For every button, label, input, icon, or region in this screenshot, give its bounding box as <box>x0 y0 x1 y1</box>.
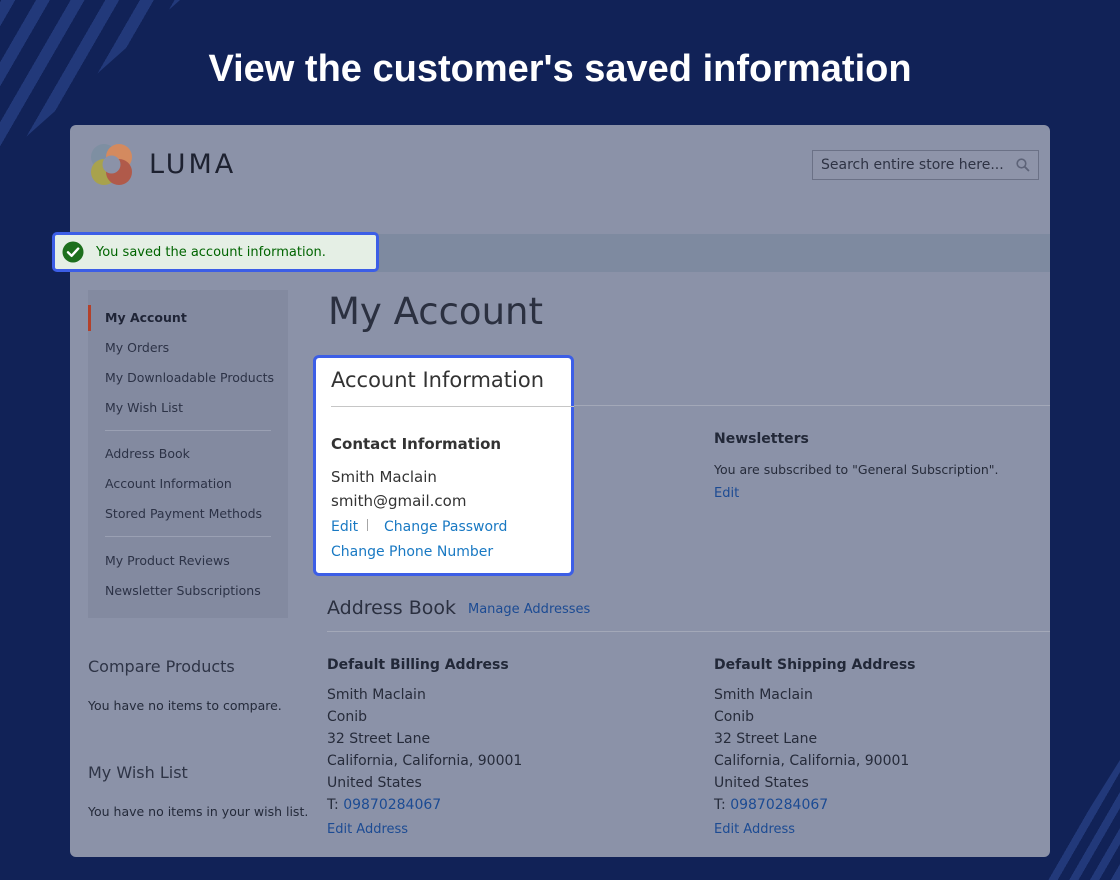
page-title: My Account <box>328 290 543 333</box>
search-icon[interactable] <box>1016 158 1030 172</box>
section-divider <box>327 631 1050 632</box>
newsletter-edit-link[interactable]: Edit <box>714 486 739 501</box>
decorative-stripes <box>1045 760 1120 880</box>
nav-product-reviews[interactable]: My Product Reviews <box>105 553 230 568</box>
billing-edit-address-link[interactable]: Edit Address <box>327 822 408 837</box>
shipping-name: Smith Maclain <box>714 687 813 703</box>
shipping-company: Conib <box>714 709 754 725</box>
newsletters-title: Newsletters <box>714 431 809 447</box>
card-divider <box>331 406 574 407</box>
wishlist-title: My Wish List <box>88 763 188 782</box>
nav-address-book[interactable]: Address Book <box>105 446 190 461</box>
nav-newsletter-subscriptions[interactable]: Newsletter Subscriptions <box>105 583 261 598</box>
account-information-title: Account Information <box>331 368 545 392</box>
headline: View the customer's saved information <box>208 48 912 90</box>
billing-company: Conib <box>327 709 367 725</box>
shipping-phone-line: T: 09870284067 <box>714 797 828 813</box>
shipping-city: California, California, 90001 <box>714 753 910 769</box>
billing-country: United States <box>327 775 422 791</box>
billing-phone-prefix: T: <box>327 797 339 813</box>
edit-contact-link[interactable]: Edit <box>331 519 358 535</box>
luma-logo-icon <box>91 144 132 185</box>
shipping-street: 32 Street Lane <box>714 731 818 747</box>
change-password-link[interactable]: Change Password <box>384 519 507 535</box>
compare-products-title: Compare Products <box>88 657 235 676</box>
nav-stored-payment-methods[interactable]: Stored Payment Methods <box>105 506 262 521</box>
active-indicator <box>88 305 91 331</box>
success-message: You saved the account information. <box>52 232 379 272</box>
shipping-address-title: Default Shipping Address <box>714 657 916 673</box>
link-separator <box>367 519 368 531</box>
nav-downloadable-products[interactable]: My Downloadable Products <box>105 370 274 385</box>
nav-my-account[interactable]: My Account <box>105 310 187 325</box>
billing-phone-line: T: 09870284067 <box>327 797 441 813</box>
search-input[interactable] <box>821 157 1011 173</box>
success-text: You saved the account information. <box>96 244 326 260</box>
customer-email: smith@gmail.com <box>331 492 467 510</box>
billing-city: California, California, 90001 <box>327 753 523 769</box>
compare-products-empty: You have no items to compare. <box>88 698 282 713</box>
billing-street: 32 Street Lane <box>327 731 431 747</box>
billing-name: Smith Maclain <box>327 687 426 703</box>
customer-name: Smith Maclain <box>331 468 437 486</box>
contact-information-title: Contact Information <box>331 435 502 453</box>
shipping-phone-link[interactable]: 09870284067 <box>730 797 828 813</box>
account-information-card: Account Information Contact Information … <box>313 355 574 576</box>
search-box[interactable] <box>812 150 1039 180</box>
address-book-title: Address Book <box>327 597 456 619</box>
shipping-edit-address-link[interactable]: Edit Address <box>714 822 795 837</box>
wishlist-empty: You have no items in your wish list. <box>88 804 309 819</box>
billing-phone-link[interactable]: 09870284067 <box>343 797 441 813</box>
account-nav: My Account My Orders My Downloadable Pro… <box>88 290 288 618</box>
brand-name: LUMA <box>149 149 237 180</box>
nav-account-information[interactable]: Account Information <box>105 476 232 491</box>
check-circle-icon <box>62 241 84 263</box>
store-logo[interactable]: LUMA <box>88 141 236 188</box>
newsletter-status: You are subscribed to "General Subscript… <box>714 462 999 477</box>
shipping-phone-prefix: T: <box>714 797 726 813</box>
manage-addresses-link[interactable]: Manage Addresses <box>468 602 590 617</box>
nav-wish-list[interactable]: My Wish List <box>105 400 183 415</box>
billing-address-title: Default Billing Address <box>327 657 509 673</box>
nav-divider <box>105 430 271 431</box>
nav-divider <box>105 536 271 537</box>
change-phone-number-link[interactable]: Change Phone Number <box>331 544 493 560</box>
nav-my-orders[interactable]: My Orders <box>105 340 169 355</box>
shipping-country: United States <box>714 775 809 791</box>
